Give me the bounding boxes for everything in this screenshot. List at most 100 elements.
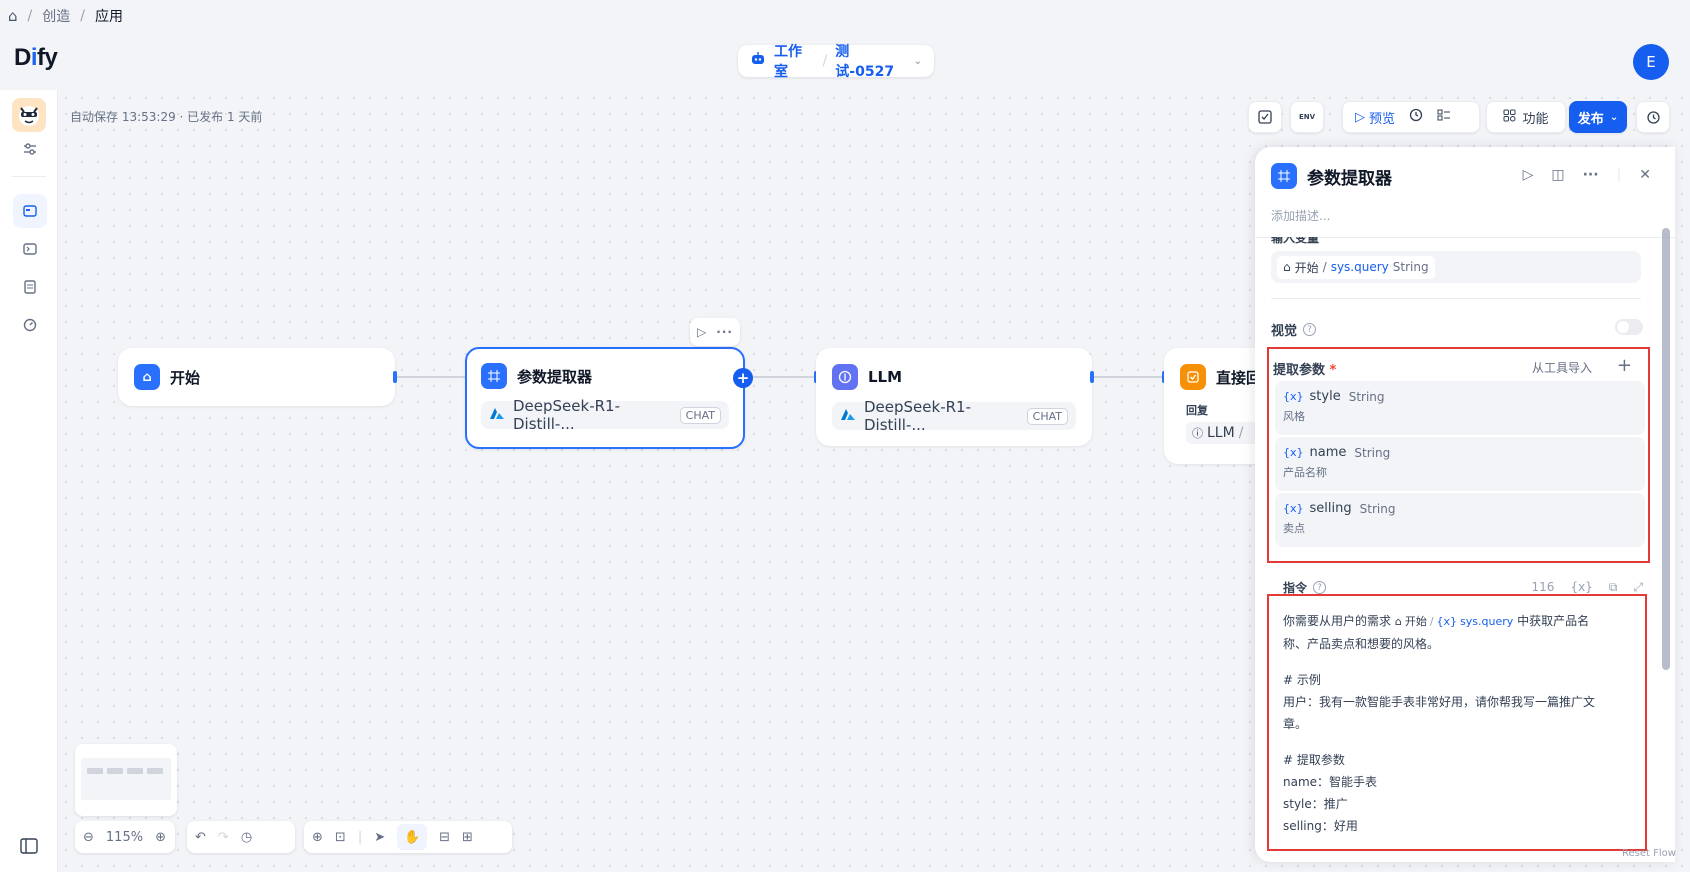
ref-node: LLM — [1207, 425, 1235, 441]
apps-icon — [1503, 109, 1516, 126]
description-input[interactable]: 添加描述... — [1271, 207, 1330, 224]
insert-variable-icon[interactable]: {x} — [1570, 580, 1592, 595]
help-icon[interactable]: ? — [1303, 323, 1317, 336]
run-history-icon[interactable] — [1409, 108, 1423, 126]
node-title: 开始 — [170, 368, 201, 387]
node-config-panel: 参数提取器 ▷ ◫ ··· | ✕ 添加描述... 输入变量 ⌂ 开始 / sy… — [1255, 147, 1675, 862]
redo-icon[interactable]: ↷ — [218, 830, 229, 845]
zoom-level[interactable]: 115% — [106, 830, 143, 845]
checklist-icon[interactable] — [1248, 101, 1282, 133]
sidebar-toggle-icon[interactable] — [20, 838, 38, 858]
node-start[interactable]: ⌂ 开始 — [118, 348, 395, 406]
var-type: String — [1392, 260, 1429, 274]
source-handle[interactable] — [1090, 371, 1094, 383]
pointer-icon[interactable]: ➤ — [374, 830, 385, 845]
preview-button[interactable]: ▷ 预览 — [1355, 108, 1395, 127]
hand-icon[interactable]: ✋ — [397, 824, 428, 850]
publish-label: 发布 — [1577, 111, 1604, 127]
home-icon[interactable]: ⌂ — [8, 7, 18, 25]
history-icon[interactable]: ◷ — [241, 830, 252, 845]
param-item[interactable]: {x} style String 风格 — [1275, 381, 1645, 435]
list-icon[interactable] — [1437, 108, 1451, 126]
model-name: DeepSeek-R1-Distill-... — [864, 398, 971, 434]
node-parameter-extractor[interactable]: 参数提取器 DeepSeek-R1-Distill-... CHAT — [465, 347, 745, 449]
history-controls: ↶ ↷ ◷ — [187, 821, 295, 853]
settings-sliders-icon[interactable] — [13, 132, 47, 166]
export-image-icon[interactable]: ⊟ — [439, 830, 450, 845]
organize-icon[interactable]: ⊞ — [462, 830, 473, 845]
param-type: String — [1359, 501, 1396, 516]
breadcrumb-separator: / — [27, 8, 33, 24]
version-history-icon[interactable] — [1636, 101, 1670, 133]
add-note-icon[interactable]: ⊡ — [335, 830, 346, 845]
env-button[interactable]: ENV — [1290, 101, 1324, 133]
studio-label[interactable]: 工作室 — [774, 41, 815, 81]
params-label: 提取参数 — [1273, 363, 1326, 378]
minimap[interactable] — [75, 744, 177, 816]
features-label: 功能 — [1522, 111, 1549, 127]
preview-label: 预览 — [1369, 111, 1396, 127]
home-icon: ⌂ — [1394, 615, 1402, 628]
input-variable-field[interactable]: ⌂ 开始 / sys.query String — [1271, 251, 1641, 283]
features-button[interactable]: 功能 — [1486, 101, 1566, 133]
separator: / — [822, 53, 828, 69]
breadcrumb-create[interactable]: 创造 — [42, 6, 70, 26]
panel-scrollbar[interactable] — [1662, 228, 1670, 670]
instruction-text: 你需要从用户的需求 — [1283, 614, 1392, 628]
minimap-node — [87, 768, 103, 774]
breadcrumb: ⌂ / 创造 / 应用 — [8, 6, 123, 26]
model-selector[interactable]: DeepSeek-R1-Distill-... CHAT — [481, 397, 729, 433]
publish-button[interactable]: 发布 ⌄ — [1569, 101, 1627, 133]
param-item[interactable]: {x} name String 产品名称 — [1275, 437, 1645, 491]
chevron-down-icon: ⌄ — [913, 55, 922, 67]
add-param-icon[interactable]: + — [1617, 355, 1632, 376]
logs-icon[interactable] — [13, 270, 47, 304]
monitoring-gauge-icon[interactable] — [13, 308, 47, 342]
instruction-text: 中获取产品名 — [1517, 614, 1590, 628]
help-icon[interactable]: ? — [1313, 581, 1327, 594]
param-item[interactable]: {x} selling String 卖点 — [1275, 493, 1645, 547]
app-icon[interactable] — [12, 98, 46, 132]
vision-row: 视觉 ? — [1271, 320, 1317, 339]
source-handle[interactable] — [393, 371, 397, 383]
studio-app-switcher[interactable]: 工作室 / 测试-0527 ⌄ — [738, 44, 934, 80]
dify-logo[interactable]: Dify — [14, 44, 58, 72]
zoom-out-icon[interactable]: ⊖ — [83, 830, 94, 845]
vision-toggle[interactable] — [1615, 319, 1643, 335]
answer-icon — [1180, 364, 1206, 390]
copy-icon[interactable]: ⧉ — [1609, 580, 1618, 595]
undo-icon[interactable]: ↶ — [195, 830, 206, 845]
model-selector[interactable]: DeepSeek-R1-Distill-... CHAT — [832, 398, 1076, 434]
logo-text: fy — [37, 44, 58, 71]
close-icon[interactable]: ✕ — [1639, 167, 1651, 183]
more-icon[interactable]: ··· — [1583, 167, 1599, 183]
run-step-icon[interactable]: ▷ — [697, 325, 706, 339]
model-provider-icon — [840, 407, 856, 425]
zoom-in-icon[interactable]: ⊕ — [155, 830, 166, 845]
variable-chip: ⌂ 开始 / sys.query String — [1277, 255, 1435, 279]
import-from-tool-button[interactable]: 从工具导入 — [1532, 359, 1592, 376]
param-desc: 产品名称 — [1283, 466, 1327, 479]
run-icon[interactable]: ▷ — [1523, 167, 1534, 183]
variable-icon: {x} — [1283, 502, 1304, 515]
node-llm[interactable]: LLM DeepSeek-R1-Distill-... CHAT — [816, 348, 1092, 446]
node-title: LLM — [868, 368, 903, 386]
terminal-icon[interactable] — [13, 232, 47, 266]
node-title: 参数提取器 — [517, 367, 593, 386]
instruction-line: 用户：我有一款智能手表非常好用，请你帮我写一篇推广文 — [1283, 695, 1596, 709]
reset-flow-link[interactable]: Reset Flow — [1622, 848, 1676, 859]
panel-title[interactable]: 参数提取器 — [1307, 164, 1392, 189]
instruction-editor[interactable]: 你需要从用户的需求 ⌂ 开始 / {x} sys.query 中获取产品名 称、产品卖点… — [1267, 594, 1647, 851]
book-icon[interactable]: ◫ — [1551, 167, 1564, 183]
orchestrate-icon[interactable] — [13, 194, 47, 228]
avatar[interactable]: E — [1633, 44, 1669, 80]
env-label: ENV — [1298, 113, 1316, 121]
expand-icon[interactable]: ⤢ — [1633, 580, 1643, 595]
add-block-icon[interactable]: ⊕ — [312, 830, 323, 845]
more-icon[interactable]: ··· — [716, 325, 733, 339]
add-node-icon[interactable]: + — [733, 368, 753, 388]
var-node: 开始 — [1294, 260, 1319, 275]
breadcrumb-separator: / — [80, 8, 85, 24]
app-name[interactable]: 测试-0527 — [835, 41, 905, 81]
instruction-line: # 提取参数 — [1283, 753, 1345, 767]
